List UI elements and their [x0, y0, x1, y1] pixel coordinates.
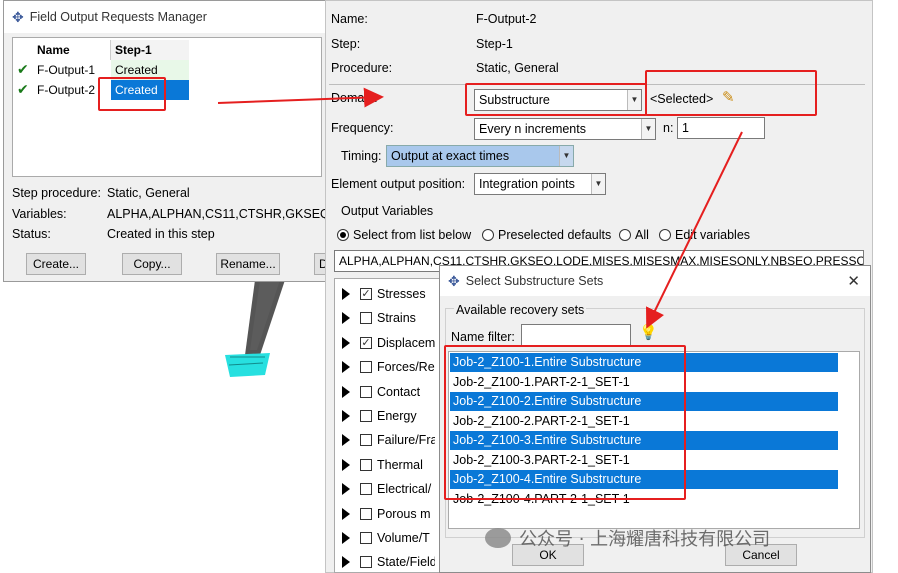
annotation-arrows: [217, 87, 743, 329]
arrow-to-domain: [217, 87, 384, 108]
arrow-to-sets: [646, 131, 743, 329]
